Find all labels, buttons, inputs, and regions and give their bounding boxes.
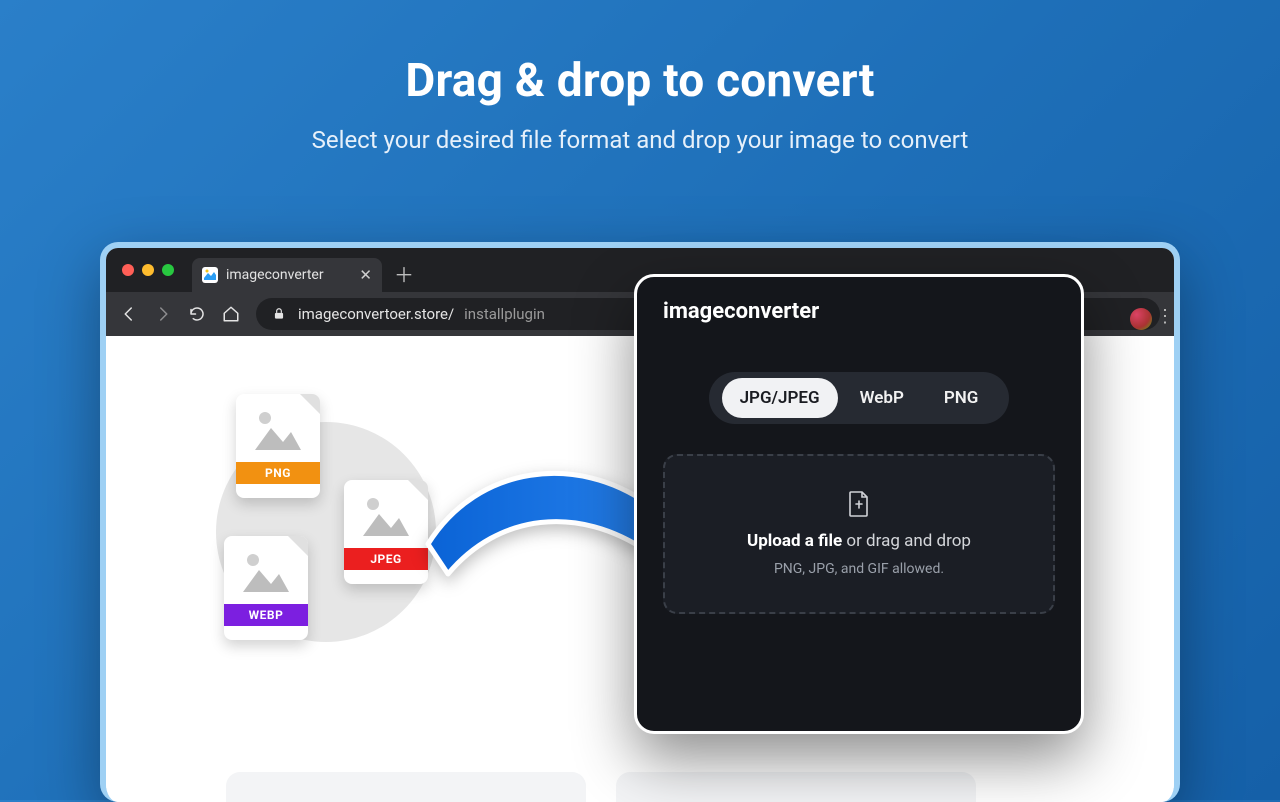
image-icon <box>344 494 428 540</box>
image-icon <box>224 550 308 596</box>
content-placeholder <box>616 772 976 802</box>
close-tab-icon[interactable]: ✕ <box>359 266 372 284</box>
lock-icon <box>270 305 288 323</box>
popup-title: imageconverter <box>663 299 1055 324</box>
file-badge: PNG <box>236 462 320 484</box>
format-segmented-control: JPG/JPEG WebP PNG <box>709 372 1009 424</box>
browser-tab[interactable]: imageconverter ✕ <box>192 258 382 292</box>
image-icon <box>236 408 320 454</box>
kebab-menu-icon[interactable]: ⋮ <box>1156 306 1174 327</box>
maximize-window-icon[interactable] <box>162 264 174 276</box>
favicon-icon <box>202 267 218 283</box>
file-card-png[interactable]: PNG <box>236 394 320 498</box>
file-card-webp[interactable]: WEBP <box>224 536 308 640</box>
forward-icon[interactable] <box>154 305 172 323</box>
reload-icon[interactable] <box>188 305 206 323</box>
content-placeholder <box>226 772 586 802</box>
window-controls <box>122 264 174 276</box>
tab-title: imageconverter <box>226 267 324 283</box>
file-badge: JPEG <box>344 548 428 570</box>
new-tab-button[interactable]: ＋ <box>394 259 414 288</box>
format-option-webp[interactable]: WebP <box>842 378 922 418</box>
hero-title: Drag & drop to convert <box>405 54 874 108</box>
extension-popup: imageconverter JPG/JPEG WebP PNG Upload … <box>634 274 1084 734</box>
dropzone-primary-text: Upload a file or drag and drop <box>747 531 971 551</box>
upload-dropzone[interactable]: Upload a file or drag and drop PNG, JPG,… <box>663 454 1055 614</box>
url-path: installplugin <box>464 305 545 323</box>
minimize-window-icon[interactable] <box>142 264 154 276</box>
home-icon[interactable] <box>222 305 240 323</box>
profile-avatar[interactable] <box>1130 308 1152 330</box>
file-badge: WEBP <box>224 604 308 626</box>
file-upload-icon <box>848 491 870 521</box>
format-option-jpg[interactable]: JPG/JPEG <box>722 378 838 418</box>
format-option-png[interactable]: PNG <box>926 378 997 418</box>
hero-subtitle: Select your desired file format and drop… <box>312 126 969 154</box>
file-card-jpeg[interactable]: JPEG <box>344 480 428 584</box>
close-window-icon[interactable] <box>122 264 134 276</box>
back-icon[interactable] <box>120 305 138 323</box>
url-host: imageconvertoer.store/ <box>298 305 454 323</box>
dropzone-secondary-text: PNG, JPG, and GIF allowed. <box>774 561 944 577</box>
